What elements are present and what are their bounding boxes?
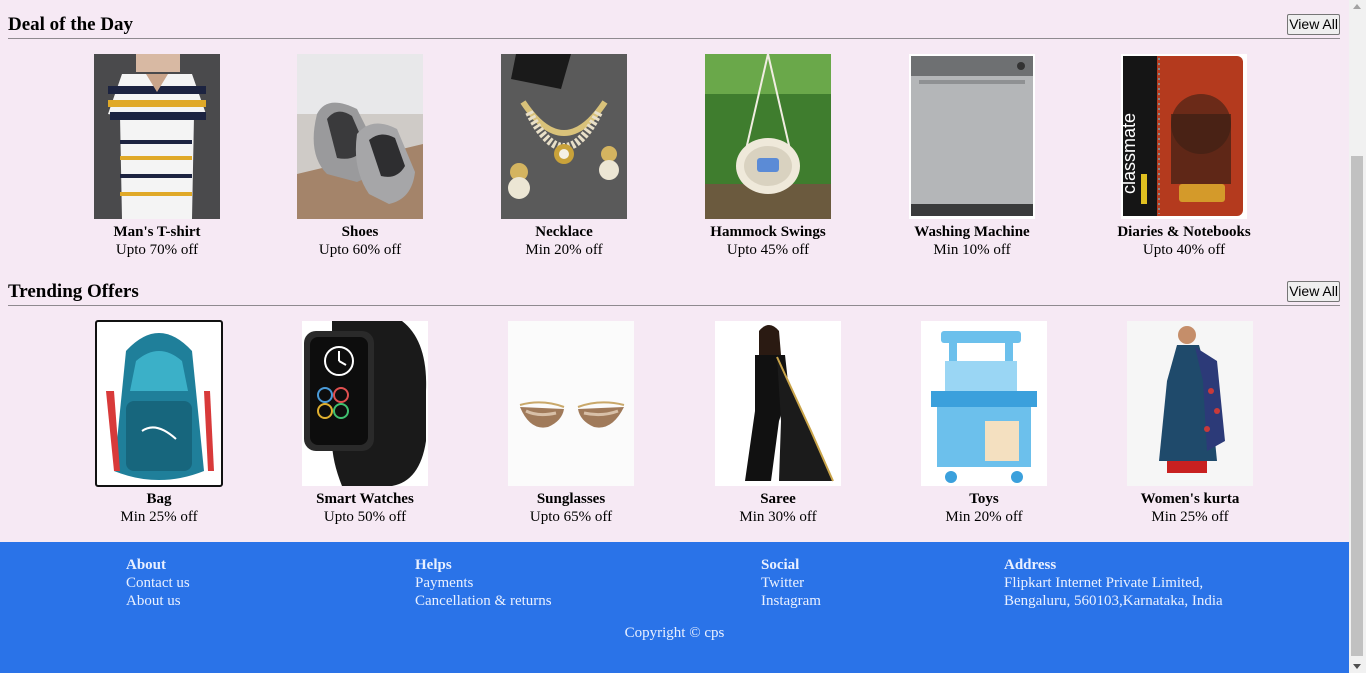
product-card-smart-watch[interactable]: Smart Watches Upto 50% off [265, 321, 465, 526]
product-offer: Min 20% off [945, 509, 1023, 525]
footer-about-column: About Contact us About us [126, 556, 190, 610]
product-card-hammock[interactable]: Hammock Swings Upto 45% off [668, 54, 868, 259]
section-header: Trending Offers View All [8, 275, 1340, 306]
instagram-link[interactable]: Instagram [761, 592, 821, 610]
tshirt-image[interactable] [94, 54, 220, 219]
footer-heading: Address [1004, 557, 1057, 573]
product-card-shoes[interactable]: Shoes Upto 60% off [260, 54, 460, 259]
product-name: Washing Machine [914, 224, 1030, 240]
product-name: Toys [969, 491, 999, 507]
vertical-scrollbar[interactable] [1349, 0, 1366, 673]
footer-social-column: Social Twitter Instagram [761, 556, 821, 610]
washing-machine-image[interactable] [909, 54, 1035, 219]
product-name: Women's kurta [1140, 491, 1240, 507]
footer-address-column: Address Flipkart Internet Private Limite… [1004, 556, 1223, 610]
page: Deal of the Day View All Man's T-shirt U… [0, 0, 1349, 673]
footer-heading: Helps [415, 557, 452, 573]
product-card-toys[interactable]: Toys Min 20% off [884, 321, 1084, 526]
section-title: Deal of the Day [8, 14, 134, 35]
product-offer: Min 20% off [525, 242, 603, 258]
sunglasses-image[interactable] [508, 321, 634, 486]
product-offer: Upto 65% off [529, 509, 613, 525]
payments-link[interactable]: Payments [415, 574, 552, 592]
smart-watch-image[interactable] [302, 321, 428, 486]
product-card-necklace[interactable]: Necklace Min 20% off [464, 54, 664, 259]
product-offer: Min 30% off [739, 509, 817, 525]
footer-heading: Social [761, 557, 800, 573]
product-name: Diaries & Notebooks [1117, 224, 1251, 240]
product-card-saree[interactable]: Saree Min 30% off [678, 321, 878, 526]
product-offer: Min 25% off [120, 509, 198, 525]
toys-image[interactable] [921, 321, 1047, 486]
site-footer: About Contact us About us Helps Payments… [0, 542, 1349, 673]
product-name: Bag [146, 491, 172, 507]
footer-helps-column: Helps Payments Cancellation & returns [415, 556, 552, 610]
notebook-image[interactable]: classmate [1121, 54, 1247, 219]
section-header: Deal of the Day View All [8, 8, 1340, 39]
product-name: Smart Watches [316, 491, 414, 507]
shoes-image[interactable] [297, 54, 423, 219]
scroll-down-arrow-icon[interactable] [1353, 664, 1361, 669]
contact-us-link[interactable]: Contact us [126, 574, 190, 592]
notebook-brand-text: classmate [1121, 113, 1139, 194]
scrollbar-thumb[interactable] [1351, 156, 1363, 656]
copyright-text: Copyright © cps [624, 625, 725, 641]
product-card-tshirt[interactable]: Man's T-shirt Upto 70% off [57, 54, 257, 259]
necklace-image[interactable] [501, 54, 627, 219]
footer-heading: About [126, 557, 167, 573]
scroll-up-arrow-icon[interactable] [1353, 4, 1361, 9]
product-offer: Min 25% off [1151, 509, 1229, 525]
about-us-link[interactable]: About us [126, 592, 190, 610]
product-card-kurta[interactable]: Women's kurta Min 25% off [1090, 321, 1290, 526]
product-offer: Upto 70% off [115, 242, 199, 258]
product-name: Sunglasses [536, 491, 606, 507]
address-line: Flipkart Internet Private Limited, [1004, 575, 1204, 591]
product-offer: Upto 45% off [726, 242, 810, 258]
product-offer: Min 10% off [933, 242, 1011, 258]
address-line: Bengaluru, 560103,Karnataka, India [1004, 593, 1223, 609]
product-name: Shoes [341, 224, 379, 240]
view-all-button[interactable]: View All [1287, 281, 1340, 302]
section-title: Trending Offers [8, 281, 139, 302]
cancellation-returns-link[interactable]: Cancellation & returns [415, 592, 552, 610]
product-name: Man's T-shirt [113, 224, 201, 240]
product-name: Saree [760, 491, 796, 507]
product-offer: Upto 60% off [318, 242, 402, 258]
kurta-image[interactable] [1127, 321, 1253, 486]
product-card-washing-machine[interactable]: Washing Machine Min 10% off [872, 54, 1072, 259]
bag-image[interactable] [95, 320, 223, 487]
product-offer: Upto 50% off [323, 509, 407, 525]
product-card-sunglasses[interactable]: Sunglasses Upto 65% off [471, 321, 671, 526]
hammock-image[interactable] [705, 54, 831, 219]
saree-image[interactable] [715, 321, 841, 486]
product-name: Necklace [535, 224, 593, 240]
view-all-button[interactable]: View All [1287, 14, 1340, 35]
product-offer: Upto 40% off [1142, 242, 1226, 258]
product-card-notebook[interactable]: classmate Diaries & Notebooks Upto 40% o… [1084, 54, 1284, 259]
product-card-bag[interactable]: Bag Min 25% off [59, 320, 259, 526]
twitter-link[interactable]: Twitter [761, 574, 821, 592]
product-name: Hammock Swings [710, 224, 826, 240]
